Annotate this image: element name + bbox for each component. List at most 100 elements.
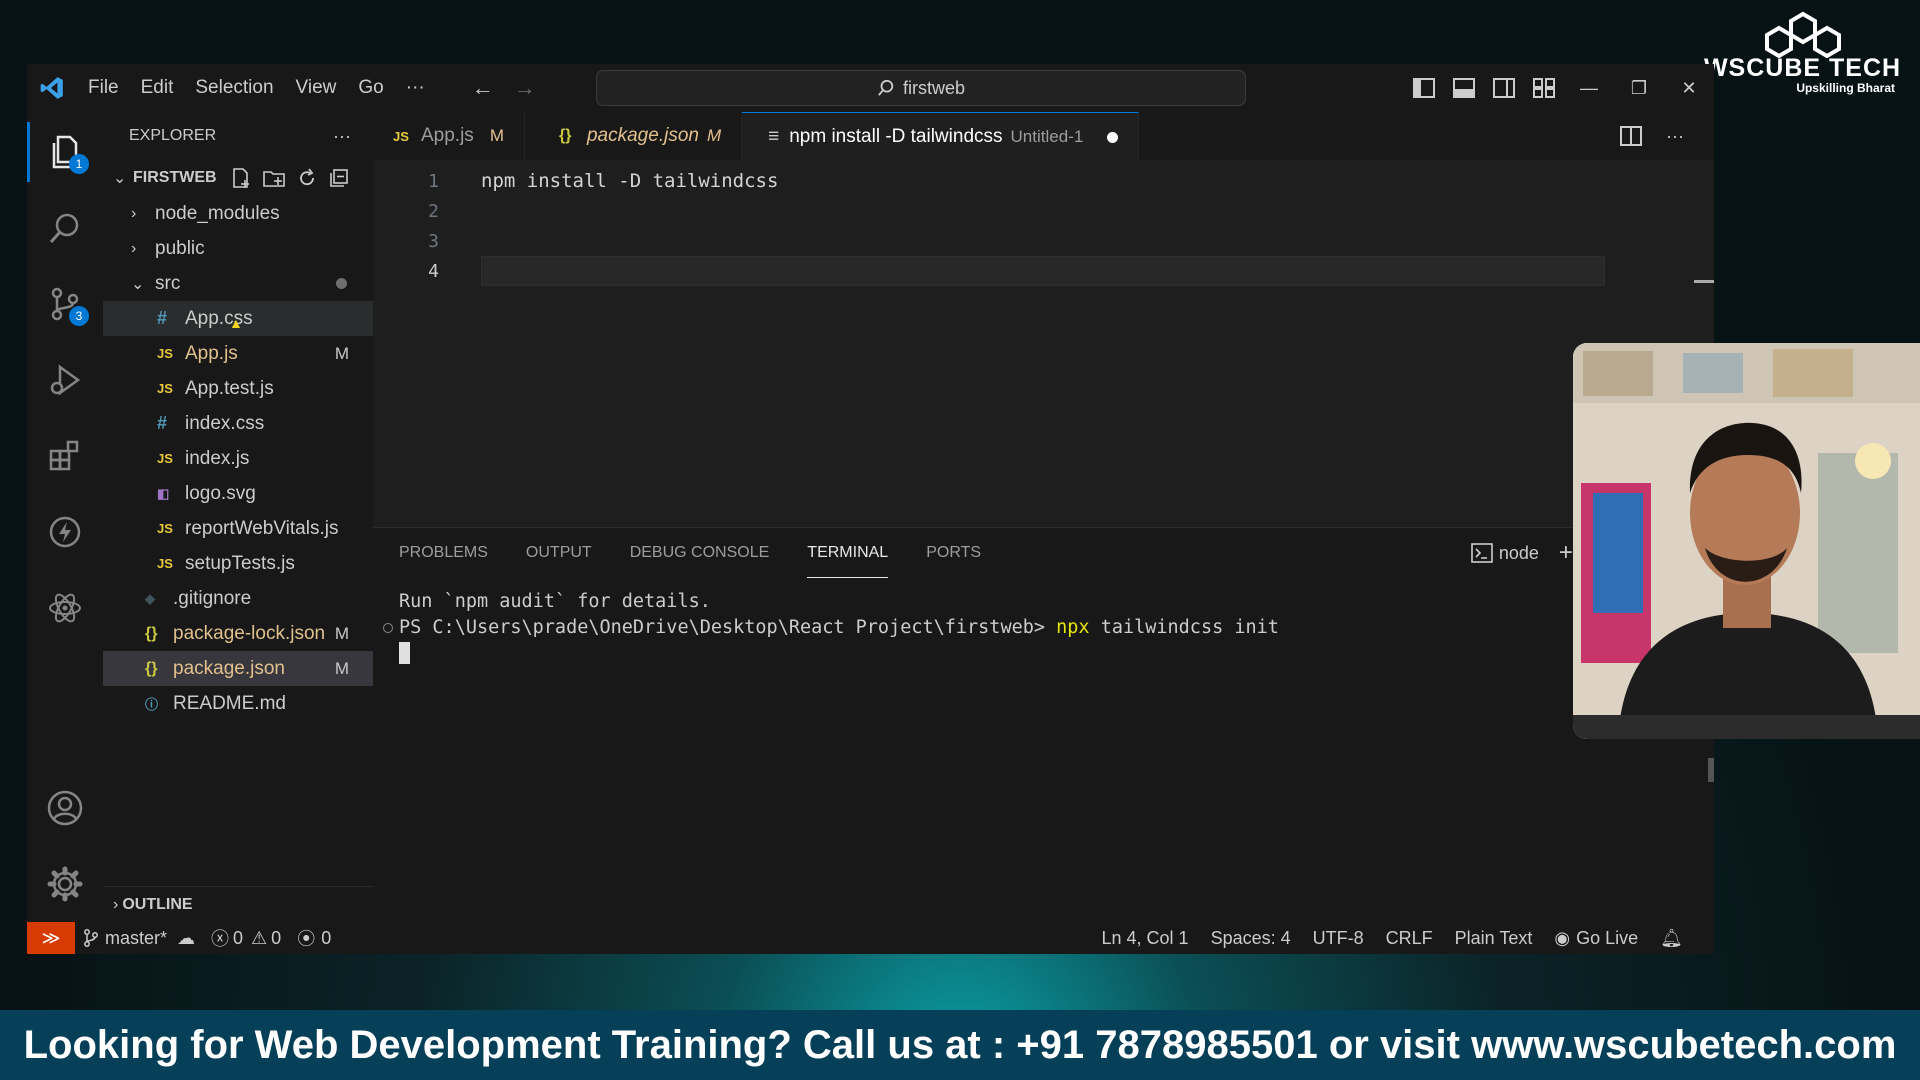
minimize-icon[interactable]: — bbox=[1564, 78, 1614, 99]
tree-item[interactable]: ◧ logo.svg bbox=[103, 476, 373, 511]
panel-tab-output[interactable]: OUTPUT bbox=[526, 528, 592, 578]
terminal-profile[interactable]: node bbox=[1471, 543, 1539, 564]
broadcast-icon: ⦿ bbox=[297, 929, 316, 949]
go-live-icon: ◉ bbox=[1554, 927, 1571, 948]
cursor-position[interactable]: Ln 4, Col 1 bbox=[1102, 928, 1189, 949]
tab-app-js[interactable]: JS App.js M bbox=[373, 112, 525, 160]
settings-gear-icon[interactable] bbox=[27, 854, 103, 914]
branch-status[interactable]: master* ☁ bbox=[83, 928, 195, 949]
menu-view[interactable]: View bbox=[296, 77, 337, 99]
tree-item[interactable]: JS setupTests.js bbox=[103, 546, 373, 581]
end-of-line[interactable]: CRLF bbox=[1386, 928, 1433, 949]
source-control-icon[interactable]: 3 bbox=[27, 274, 103, 334]
panel-tab-ports[interactable]: PORTS bbox=[926, 528, 981, 578]
toggle-primary-sidebar-icon[interactable] bbox=[1404, 78, 1444, 98]
tree-item-label: App.test.js bbox=[185, 377, 274, 399]
notifications-bell-icon[interactable]: 🔔︎ bbox=[1660, 928, 1683, 949]
new-folder-icon[interactable] bbox=[262, 168, 285, 188]
terminal-icon bbox=[1471, 543, 1493, 563]
explorer-icon[interactable]: 1 bbox=[27, 122, 103, 182]
tree-item[interactable]: # App.css ▲ bbox=[103, 301, 373, 336]
extensions-icon[interactable] bbox=[27, 426, 103, 486]
tree-item[interactable]: {} package.json M bbox=[103, 651, 373, 686]
line-number: 4 bbox=[428, 260, 439, 282]
split-editor-icon[interactable] bbox=[1620, 126, 1643, 146]
tree-item-label: reportWebVitals.js bbox=[185, 517, 339, 539]
tree-item[interactable]: › public bbox=[103, 231, 373, 266]
terminal-output[interactable]: Run `npm audit` for details. PS C:\Users… bbox=[373, 578, 1714, 666]
panel-tab-problems[interactable]: PROBLEMS bbox=[399, 528, 488, 578]
tab-label: package.json bbox=[586, 125, 699, 146]
restore-icon[interactable]: ❐ bbox=[1614, 78, 1664, 99]
refresh-icon[interactable] bbox=[297, 168, 317, 188]
thunder-client-icon[interactable] bbox=[27, 502, 103, 562]
command-decoration-icon[interactable] bbox=[383, 623, 393, 633]
react-icon[interactable] bbox=[27, 578, 103, 638]
code-line[interactable]: npm install -D tailwindcss bbox=[481, 170, 778, 192]
menu-more[interactable]: ··· bbox=[406, 77, 425, 99]
code-editor[interactable]: 1 npm install -D tailwindcss 2 3 4 bbox=[373, 160, 1714, 515]
tree-item[interactable]: # index.css bbox=[103, 406, 373, 441]
tree-item[interactable]: ⓘ README.md bbox=[103, 686, 373, 721]
command-center-search[interactable]: firstweb bbox=[596, 70, 1246, 106]
remote-indicator-icon[interactable]: ≫ bbox=[27, 922, 75, 954]
new-file-icon[interactable] bbox=[231, 168, 251, 188]
go-live-button[interactable]: ◉ Go Live bbox=[1554, 928, 1638, 949]
js-file-icon: JS bbox=[157, 451, 173, 466]
vscode-logo-icon bbox=[27, 64, 77, 112]
menu-selection[interactable]: Selection bbox=[195, 77, 273, 99]
tab-untitled-1[interactable]: ≡ npm install -D tailwindcss Untitled-1 bbox=[742, 112, 1140, 161]
project-section-header[interactable]: ⌄ FIRSTWEB bbox=[103, 160, 373, 196]
forward-arrow-icon[interactable]: → bbox=[514, 75, 536, 101]
back-arrow-icon[interactable]: ← bbox=[472, 75, 494, 101]
tree-item[interactable]: JS reportWebVitals.js bbox=[103, 511, 373, 546]
menu-go[interactable]: Go bbox=[358, 77, 383, 99]
sync-icon[interactable]: ☁ bbox=[177, 928, 195, 949]
menu-file[interactable]: File bbox=[88, 77, 119, 99]
tab-package-json[interactable]: {} package.json M bbox=[525, 112, 743, 160]
editor-more-icon[interactable]: ··· bbox=[1666, 126, 1684, 147]
modified-indicator: M bbox=[706, 126, 722, 145]
customize-layout-icon[interactable] bbox=[1524, 78, 1564, 98]
chevron-down-icon: ⌄ bbox=[113, 170, 127, 187]
js-file-icon: JS bbox=[157, 521, 173, 536]
language-mode[interactable]: Plain Text bbox=[1455, 928, 1533, 949]
problems-status[interactable]: ⓧ 0 ⚠ 0 bbox=[211, 925, 281, 951]
tree-item[interactable]: › node_modules bbox=[103, 196, 373, 231]
tree-item-label: node_modules bbox=[155, 202, 280, 224]
status-bar: ≫ master* ☁ ⓧ 0 ⚠ 0 ⦿ 0 Ln 4, Col 1 Spac… bbox=[27, 922, 1714, 954]
source-control-badge: 3 bbox=[69, 306, 89, 326]
toggle-secondary-sidebar-icon[interactable] bbox=[1484, 78, 1524, 98]
tree-item[interactable]: {} package-lock.json M bbox=[103, 616, 373, 651]
ports-status[interactable]: ⦿ 0 bbox=[297, 925, 331, 951]
tree-item[interactable]: ◆ .gitignore bbox=[103, 581, 373, 616]
tree-item[interactable]: JS App.js M bbox=[103, 336, 373, 371]
tree-item[interactable]: JS App.test.js bbox=[103, 371, 373, 406]
account-icon[interactable] bbox=[27, 778, 103, 838]
collapse-all-icon[interactable] bbox=[329, 168, 349, 188]
menu-edit[interactable]: Edit bbox=[141, 77, 174, 99]
current-line-highlight bbox=[481, 256, 1605, 286]
tree-item[interactable]: ⌄ src bbox=[103, 266, 373, 301]
toggle-panel-icon[interactable] bbox=[1444, 78, 1484, 98]
overview-ruler-marker bbox=[1694, 280, 1714, 283]
panel-tab-terminal[interactable]: TERMINAL bbox=[807, 528, 889, 578]
terminal-prompt: PS C:\Users\prade\OneDrive\Desktop\React… bbox=[399, 616, 1057, 638]
git-branch-icon bbox=[84, 929, 98, 947]
terminal-scrollbar[interactable] bbox=[1708, 758, 1714, 782]
json-file-icon: {} bbox=[145, 659, 158, 677]
unsaved-dot-icon[interactable] bbox=[1107, 131, 1119, 143]
outline-section-header[interactable]: › OUTLINE bbox=[103, 886, 373, 922]
encoding[interactable]: UTF-8 bbox=[1313, 928, 1364, 949]
run-debug-icon[interactable] bbox=[27, 350, 103, 410]
tree-item[interactable]: JS index.js bbox=[103, 441, 373, 476]
search-icon[interactable] bbox=[27, 198, 103, 258]
chevron-right-icon: › bbox=[113, 895, 119, 913]
panel-tab-debug-console[interactable]: DEBUG CONSOLE bbox=[630, 528, 770, 578]
css-file-icon: # bbox=[157, 413, 168, 433]
new-terminal-icon[interactable]: + bbox=[1559, 539, 1573, 567]
svg-file-icon: ◧ bbox=[157, 485, 170, 501]
indentation[interactable]: Spaces: 4 bbox=[1211, 928, 1291, 949]
close-icon[interactable]: ✕ bbox=[1664, 78, 1714, 99]
explorer-more-icon[interactable]: ··· bbox=[333, 126, 351, 147]
